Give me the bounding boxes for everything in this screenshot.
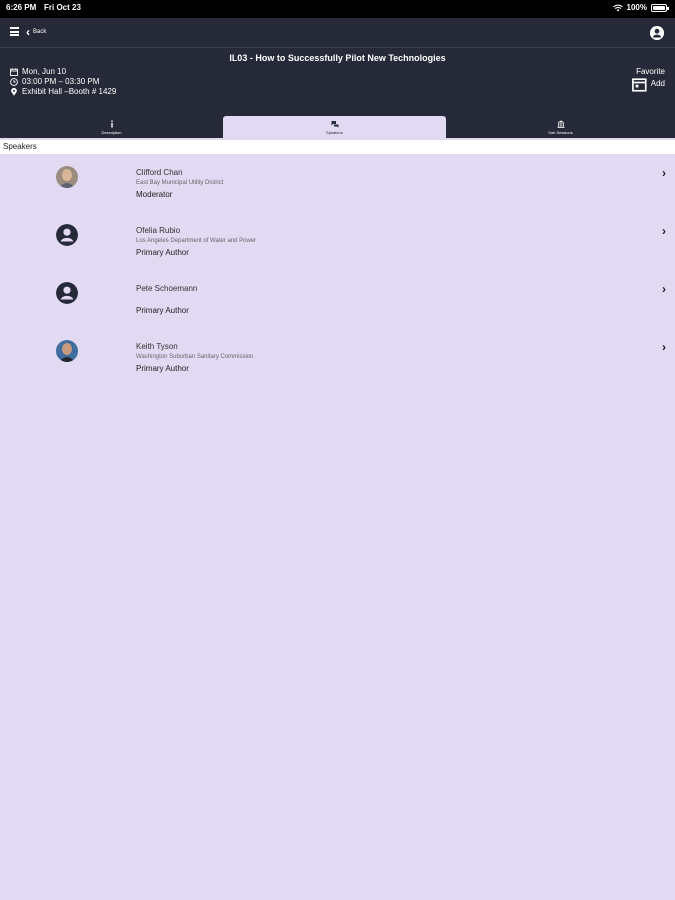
back-label: Back	[33, 29, 47, 35]
building-icon	[557, 120, 564, 128]
tab-label: Speakers	[326, 130, 343, 135]
speaker-name: Keith Tyson	[136, 342, 178, 351]
calendar-add-icon	[632, 78, 647, 92]
status-right: 100%	[612, 3, 669, 12]
chevron-left-icon: ‹	[26, 25, 30, 39]
status-bar: 6:26 PM Fri Oct 23 100%	[0, 0, 675, 18]
speaker-row[interactable]: Pete Schoemann Primary Author ›	[0, 271, 675, 329]
chevron-right-icon: ›	[662, 340, 666, 354]
section-header: Speakers	[0, 140, 675, 154]
tab-label: Sub Sessions	[548, 130, 573, 135]
menu-icon[interactable]	[10, 27, 19, 36]
speaker-row[interactable]: Ofelia Rubio Los Angeles Department of W…	[0, 213, 675, 271]
tab-speakers[interactable]: Speakers	[223, 116, 446, 138]
speaker-organization: Los Angeles Department of Water and Powe…	[136, 238, 257, 244]
speaker-role: Primary Author	[136, 248, 189, 257]
session-location: Exhibit Hall –Booth # 1429	[22, 87, 117, 96]
speaker-role: Moderator	[136, 190, 173, 199]
clock-icon	[10, 78, 18, 86]
speaker-name: Clifford Chan	[136, 168, 183, 177]
battery-percent: 100%	[626, 3, 647, 12]
add-button[interactable]: Add	[632, 77, 665, 92]
avatar	[56, 166, 78, 188]
chevron-right-icon: ›	[662, 166, 666, 180]
session-date: Mon, Jun 10	[22, 67, 67, 76]
chevron-right-icon: ›	[662, 282, 666, 296]
session-time: 03:00 PM – 03:30 PM	[22, 77, 100, 86]
speaker-row[interactable]: Keith Tyson Washington Suburban Sanitary…	[0, 329, 675, 387]
wifi-icon	[612, 4, 623, 11]
favorite-button[interactable]: Favorite	[632, 67, 665, 77]
avatar-placeholder-icon	[56, 224, 78, 246]
speaker-role: Primary Author	[136, 364, 189, 373]
avatar	[56, 340, 78, 362]
tab-bar: Description Speakers Sub Sessions	[0, 116, 675, 138]
speaker-organization: Washington Suburban Sanitary Commission	[136, 354, 254, 360]
avatar-placeholder-icon	[56, 282, 78, 304]
session-title: IL03 - How to Successfully Pilot New Tec…	[229, 53, 446, 63]
speaker-role: Primary Author	[136, 306, 189, 315]
profile-icon[interactable]	[650, 26, 664, 40]
location-pin-icon	[11, 88, 17, 96]
status-time: 6:26 PM	[6, 3, 37, 12]
speakers-icon	[331, 121, 338, 128]
session-meta: Mon, Jun 10 03:00 PM – 03:30 PM Exhibit …	[10, 67, 116, 97]
chevron-right-icon: ›	[662, 224, 666, 238]
calendar-icon	[10, 68, 18, 76]
session-header: IL03 - How to Successfully Pilot New Tec…	[0, 47, 675, 116]
info-icon	[110, 120, 113, 128]
add-label: Add	[650, 79, 665, 89]
session-actions: Favorite Add	[632, 67, 665, 92]
status-date: Fri Oct 23	[44, 3, 81, 12]
favorite-label: Favorite	[636, 67, 665, 76]
back-button[interactable]: ‹ Back	[26, 26, 46, 38]
speaker-name: Pete Schoemann	[136, 284, 198, 293]
tab-sub-sessions[interactable]: Sub Sessions	[446, 116, 675, 138]
tab-label: Description	[101, 130, 122, 135]
speaker-name: Ofelia Rubio	[136, 226, 181, 235]
speaker-organization: East Bay Municipal Utility District	[136, 180, 224, 186]
battery-icon	[651, 3, 669, 12]
speaker-row[interactable]: Clifford Chan East Bay Municipal Utility…	[0, 155, 675, 213]
nav-bar: ‹ Back	[0, 18, 675, 47]
tab-description[interactable]: Description	[0, 116, 223, 138]
speaker-list: Clifford Chan East Bay Municipal Utility…	[0, 155, 675, 387]
